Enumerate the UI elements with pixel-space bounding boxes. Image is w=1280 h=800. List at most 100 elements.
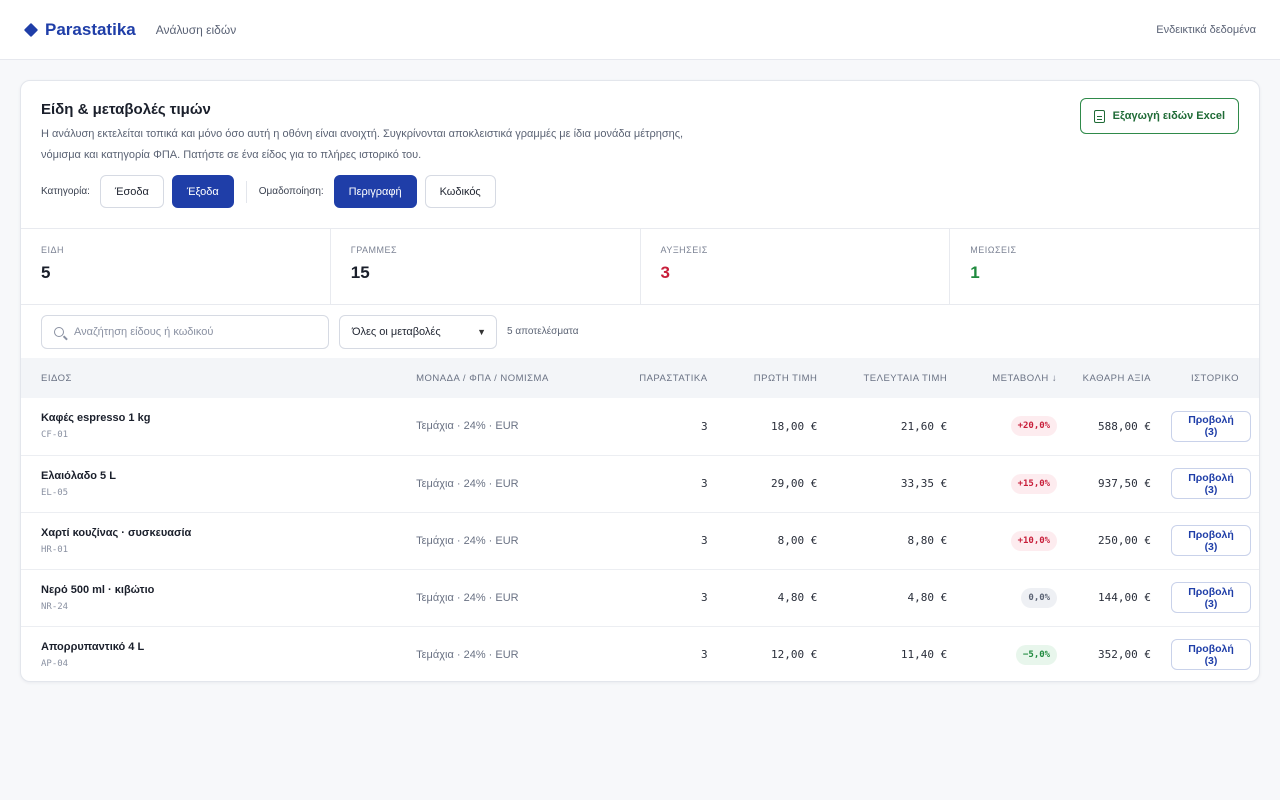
- history-cell: Προβολή (3): [1161, 512, 1259, 569]
- table-header: ΕΙΔΟΣ ΜΟΝΑΔΑ / ΦΠΑ / ΝΟΜΙΣΜΑ ΠΑΡΑΣΤΑΤΙΚΑ…: [21, 358, 1259, 398]
- column-header-change[interactable]: ΜΕΤΑΒΟΛΗ ↓: [957, 358, 1067, 398]
- item-cell: Καφές espresso 1 kg CF-01: [21, 398, 396, 455]
- unit-cell: Τεμάχια · 24% · EUR: [416, 420, 519, 433]
- documents-cell: 3: [700, 419, 708, 433]
- table-row[interactable]: Ελαιόλαδο 5 L EL-05 Τεμάχια · 24% · EUR …: [21, 455, 1259, 512]
- export-excel-button[interactable]: Εξαγωγή ειδών Excel: [1079, 98, 1239, 134]
- item-name: Ελαιόλαδο 5 L: [41, 469, 116, 482]
- change-badge: −5,0%: [1016, 644, 1058, 665]
- first-price-cell: 12,00 €: [771, 648, 818, 662]
- unit-cell: Τεμάχια · 24% · EUR: [416, 477, 519, 490]
- category-expenses-button[interactable]: Έξοδα: [171, 175, 234, 208]
- export-button-label: Εξαγωγή ειδών Excel: [1112, 110, 1225, 122]
- search-box[interactable]: [41, 314, 329, 349]
- item-name: Χαρτί κουζίνας · συσκευασία: [41, 526, 192, 539]
- sample-data-label: Ενδεικτικά δεδομένα: [1156, 23, 1256, 36]
- stat-label: ΑΥΞΗΣΕΙΣ: [660, 245, 708, 255]
- first-price-cell: 4,80 €: [777, 591, 818, 604]
- group-by-description-button[interactable]: Περιγραφή: [333, 175, 417, 208]
- change-cell: 0,0%: [957, 569, 1067, 626]
- items-card: Είδη & μεταβολές τιμών Η ανάλυση εκτελεί…: [20, 80, 1260, 682]
- item-name: Νερό 500 ml · κιβώτιο: [41, 583, 155, 596]
- history-cell: Προβολή (3): [1161, 398, 1259, 455]
- stat-value: 3: [660, 263, 670, 282]
- change-badge: +10,0%: [1010, 530, 1058, 551]
- unit-cell: Τεμάχια · 24% · EUR: [416, 591, 519, 604]
- change-cell: +20,0%: [957, 398, 1067, 455]
- top-bar: Parastatika Ανάλυση ειδών Ενδεικτικά δεδ…: [0, 0, 1280, 60]
- table-row[interactable]: Χαρτί κουζίνας · συσκευασία HR-01 Τεμάχι…: [21, 512, 1259, 569]
- item-code: HR-01: [41, 544, 69, 555]
- column-header-documents[interactable]: ΠΑΡΑΣΤΑΤΙΚΑ: [610, 358, 718, 398]
- item-cell: Απορρυπαντικό 4 L AP-04: [21, 626, 396, 681]
- stat-label: ΕΙΔΗ: [41, 245, 65, 255]
- column-header-last-price[interactable]: ΤΕΛΕΥΤΑΙΑ ΤΙΜΗ: [827, 358, 957, 398]
- change-filter-select[interactable]: Όλες οι μεταβολές ▼: [339, 314, 497, 349]
- view-history-button[interactable]: Προβολή (3): [1170, 410, 1251, 442]
- group-by-code-button[interactable]: Κωδικός: [424, 175, 496, 208]
- last-price-cell: 21,60 €: [900, 419, 948, 433]
- chevron-down-icon: ▼: [477, 326, 486, 337]
- diamond-icon: [23, 22, 39, 37]
- column-header-item[interactable]: ΕΙΔΟΣ: [21, 358, 396, 398]
- item-cell: Ελαιόλαδο 5 L EL-05: [21, 455, 396, 512]
- table-row[interactable]: Νερό 500 ml · κιβώτιο NR-24 Τεμάχια · 24…: [21, 569, 1259, 626]
- change-badge: +20,0%: [1010, 416, 1058, 437]
- search-input[interactable]: [74, 325, 304, 338]
- first-price-cell: 18,00 €: [771, 419, 818, 433]
- documents-cell: 3: [700, 534, 708, 547]
- stat-value: 15: [350, 263, 370, 282]
- change-cell: +10,0%: [957, 512, 1067, 569]
- item-name: Απορρυπαντικό 4 L: [41, 640, 145, 653]
- table-row[interactable]: Απορρυπαντικό 4 L AP-04 Τεμάχια · 24% · …: [21, 626, 1259, 681]
- grouping-label: Ομαδοποίηση:: [258, 186, 324, 197]
- history-cell: Προβολή (3): [1161, 455, 1259, 512]
- change-badge: 0,0%: [1021, 587, 1058, 608]
- change-badge: +15,0%: [1010, 473, 1058, 494]
- unit-cell: Τεμάχια · 24% · EUR: [416, 648, 519, 661]
- column-header-history[interactable]: ΙΣΤΟΡΙΚΟ: [1161, 358, 1259, 398]
- documents-cell: 3: [700, 591, 708, 604]
- net-value-cell: 352,00 €: [1098, 648, 1151, 662]
- items-table: ΕΙΔΟΣ ΜΟΝΑΔΑ / ΦΠΑ / ΝΟΜΙΣΜΑ ΠΑΡΑΣΤΑΤΙΚΑ…: [21, 358, 1259, 681]
- column-header-unit[interactable]: ΜΟΝΑΔΑ / ΦΠΑ / ΝΟΜΙΣΜΑ: [396, 358, 610, 398]
- item-cell: Χαρτί κουζίνας · συσκευασία HR-01: [21, 512, 396, 569]
- search-icon: [54, 326, 64, 337]
- history-cell: Προβολή (3): [1161, 569, 1259, 626]
- unit-cell: Τεμάχια · 24% · EUR: [416, 534, 519, 547]
- stat-label: ΓΡΑΜΜΕΣ: [350, 245, 398, 255]
- table-row[interactable]: Καφές espresso 1 kg CF-01 Τεμάχια · 24% …: [21, 398, 1259, 455]
- item-name: Καφές espresso 1 kg: [41, 412, 151, 425]
- table-toolbar: Όλες οι μεταβολές ▼ 5 αποτελέσματα: [21, 305, 1259, 358]
- last-price-cell: 4,80 €: [907, 591, 948, 604]
- column-header-net-value[interactable]: ΚΑΘΑΡΗ ΑΞΙΑ: [1067, 358, 1161, 398]
- view-history-button[interactable]: Προβολή (3): [1170, 582, 1251, 613]
- change-filter-value: Όλες οι μεταβολές: [352, 325, 441, 338]
- first-price-cell: 29,00 €: [771, 477, 818, 490]
- stat-value: 5: [41, 263, 51, 282]
- category-income-button[interactable]: Έσοδα: [99, 175, 164, 208]
- document-icon: [1093, 109, 1105, 123]
- brand-name: Parastatika: [45, 19, 136, 39]
- first-price-cell: 8,00 €: [777, 534, 818, 547]
- item-code: AP-04: [41, 658, 69, 669]
- item-code: NR-24: [41, 601, 69, 612]
- net-value-cell: 588,00 €: [1098, 419, 1151, 433]
- item-cell: Νερό 500 ml · κιβώτιο NR-24: [21, 569, 396, 626]
- category-label: Κατηγορία:: [41, 186, 90, 197]
- card-header: Είδη & μεταβολές τιμών Η ανάλυση εκτελεί…: [21, 81, 1259, 228]
- change-cell: +15,0%: [957, 455, 1067, 512]
- column-header-first-price[interactable]: ΠΡΩΤΗ ΤΙΜΗ: [718, 358, 828, 398]
- page-title: Είδη & μεταβολές τιμών: [41, 101, 211, 118]
- stat-increases: ΑΥΞΗΣΕΙΣ 3: [641, 229, 951, 304]
- brand-logo[interactable]: Parastatika: [23, 19, 136, 40]
- change-cell: −5,0%: [957, 626, 1067, 681]
- view-history-button[interactable]: Προβολή (3): [1170, 639, 1251, 671]
- filter-divider: [245, 180, 247, 203]
- stat-value: 1: [970, 263, 980, 282]
- view-history-button[interactable]: Προβολή (3): [1170, 468, 1251, 499]
- net-value-cell: 250,00 €: [1098, 534, 1151, 547]
- stats-row: ΕΙΔΗ 5 ΓΡΑΜΜΕΣ 15 ΑΥΞΗΣΕΙΣ 3 ΜΕΙΩΣΕΙΣ 1: [21, 228, 1259, 305]
- item-code: CF-01: [41, 430, 69, 441]
- view-history-button[interactable]: Προβολή (3): [1170, 525, 1251, 556]
